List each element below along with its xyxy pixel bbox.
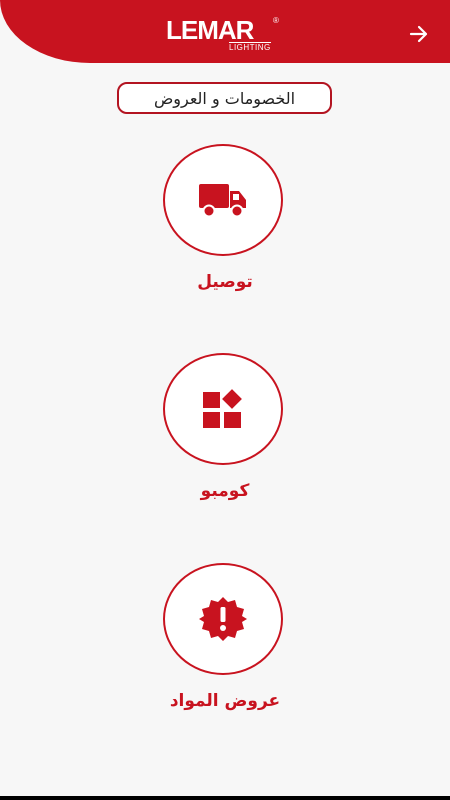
brand-logo-subtitle: LIGHTING <box>229 42 271 52</box>
brand-logo-name: LEMAR <box>166 15 254 45</box>
brand-logo-registered: ® <box>273 16 279 25</box>
menu-item-material-offers[interactable]: عروض المواد <box>125 563 325 733</box>
bottom-bar <box>0 796 450 800</box>
menu-item-label: عروض المواد <box>169 691 281 711</box>
page-title: الخصومات و العروض <box>117 82 332 114</box>
menu-item-combo[interactable]: كومبو <box>125 353 325 523</box>
delivery-circle[interactable] <box>163 144 283 256</box>
offer-badge-icon <box>199 597 247 641</box>
menu-item-label: كومبو <box>200 481 250 501</box>
delivery-truck-icon <box>199 184 246 218</box>
combo-shapes-icon <box>203 389 242 428</box>
arrow-right-icon <box>409 25 428 43</box>
app-header: LEMAR ® LIGHTING <box>0 0 450 63</box>
menu-item-label: توصيل <box>197 272 253 292</box>
forward-button[interactable] <box>404 20 434 48</box>
brand-logo: LEMAR ® LIGHTING <box>166 16 286 54</box>
material-offers-circle[interactable] <box>163 563 283 675</box>
combo-circle[interactable] <box>163 353 283 465</box>
menu-item-delivery[interactable]: توصيل <box>125 144 325 314</box>
